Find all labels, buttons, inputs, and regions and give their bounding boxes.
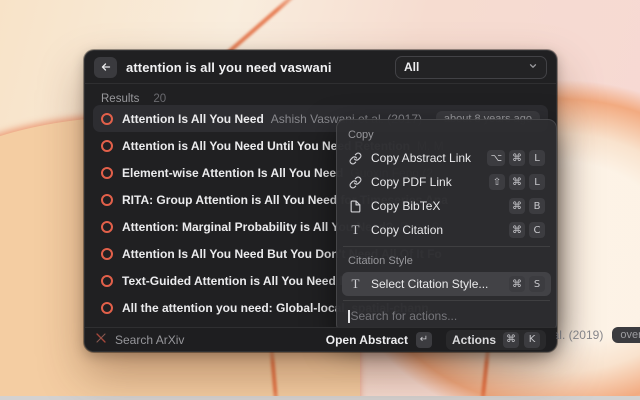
file-icon xyxy=(348,199,363,214)
command-key: ⌘ xyxy=(509,222,525,238)
letter-key: B xyxy=(529,198,545,214)
menu-item-label: Copy BibTeX xyxy=(371,199,501,213)
desktop-wallpaper: attention is all you need vaswani All Re… xyxy=(0,0,640,400)
search-header: attention is all you need vaswani All xyxy=(85,51,556,83)
return-key: ↵ xyxy=(416,332,432,348)
paper-ring-icon xyxy=(101,113,113,125)
link-icon xyxy=(348,151,363,166)
results-header: Results 20 xyxy=(85,84,556,107)
menu-item-label: Copy PDF Link xyxy=(371,175,481,189)
menu-item-copy-bibtex[interactable]: Copy BibTeX ⌘ B xyxy=(342,194,551,218)
text-icon: T xyxy=(348,223,363,238)
paper-ring-icon xyxy=(101,140,113,152)
menu-section-title: Copy xyxy=(342,125,551,146)
back-button[interactable] xyxy=(94,57,117,78)
shift-key: ⇧ xyxy=(489,174,505,190)
launcher-window: attention is all you need vaswani All Re… xyxy=(84,50,557,352)
paper-ring-icon xyxy=(101,167,113,179)
command-key: ⌘ xyxy=(509,198,525,214)
shortcut-keys: ⇧ ⌘ L xyxy=(489,174,545,190)
actions-button-label: Actions xyxy=(452,333,496,347)
search-input[interactable]: attention is all you need vaswani xyxy=(126,60,386,75)
filter-dropdown-value: All xyxy=(404,60,522,74)
menu-divider xyxy=(343,246,550,247)
option-key: ⌥ xyxy=(487,150,505,166)
shortcut-keys: ⌘ B xyxy=(509,198,545,214)
text-icon: T xyxy=(348,277,363,292)
actions-context-menu: Copy Copy Abstract Link ⌥ ⌘ L Copy PDF L… xyxy=(336,119,557,333)
results-label: Results xyxy=(101,93,139,105)
command-key: ⌘ xyxy=(509,150,525,166)
paper-ring-icon xyxy=(101,302,113,314)
results-count: 20 xyxy=(153,93,166,105)
result-title: Element-wise Attention Is All You Need xyxy=(122,166,343,180)
chevron-down-icon xyxy=(528,58,538,76)
arxiv-x-icon xyxy=(95,331,107,349)
back-arrow-icon xyxy=(100,61,112,73)
letter-key: C xyxy=(529,222,545,238)
actions-button[interactable]: Actions ⌘ K xyxy=(446,330,546,350)
primary-action-label[interactable]: Open Abstract xyxy=(326,333,408,347)
menu-item-copy-abstract-link[interactable]: Copy Abstract Link ⌥ ⌘ L xyxy=(342,146,551,170)
command-key: ⌘ xyxy=(509,276,525,292)
result-title: Attention Is All You Need xyxy=(122,112,264,126)
letter-key: K xyxy=(524,332,540,348)
menu-item-label: Copy Citation xyxy=(371,223,501,237)
menu-item-select-citation-style[interactable]: T Select Citation Style... ⌘ S xyxy=(342,272,551,296)
actions-search-placeholder: Search for actions... xyxy=(351,309,458,323)
footer-bar: Search ArXiv Open Abstract ↵ Actions ⌘ K xyxy=(85,327,556,351)
actions-search-input[interactable]: Search for actions... xyxy=(342,305,551,327)
text-caret xyxy=(348,310,350,323)
paper-ring-icon xyxy=(101,248,113,260)
filter-dropdown[interactable]: All xyxy=(395,56,547,79)
paper-ring-icon xyxy=(101,221,113,233)
link-icon xyxy=(348,175,363,190)
command-key: ⌘ xyxy=(509,174,525,190)
paper-ring-icon xyxy=(101,275,113,287)
menu-divider xyxy=(343,300,550,301)
result-age-badge: over 5 years ago xyxy=(612,327,640,343)
menu-section-title: Citation Style xyxy=(342,251,551,272)
paper-ring-icon xyxy=(101,194,113,206)
extension-identity: Search ArXiv xyxy=(95,331,184,349)
menu-item-copy-citation[interactable]: T Copy Citation ⌘ C xyxy=(342,218,551,242)
dock-strip xyxy=(0,396,640,400)
command-key: ⌘ xyxy=(503,332,519,348)
extension-name: Search ArXiv xyxy=(115,333,184,347)
letter-key: S xyxy=(529,276,545,292)
menu-item-copy-pdf-link[interactable]: Copy PDF Link ⇧ ⌘ L xyxy=(342,170,551,194)
menu-item-label: Copy Abstract Link xyxy=(371,151,479,165)
letter-key: L xyxy=(529,174,545,190)
shortcut-keys: ⌘ S xyxy=(509,276,545,292)
menu-item-label: Select Citation Style... xyxy=(371,277,501,291)
shortcut-keys: ⌥ ⌘ L xyxy=(487,150,545,166)
shortcut-keys: ⌘ C xyxy=(509,222,545,238)
letter-key: L xyxy=(529,150,545,166)
